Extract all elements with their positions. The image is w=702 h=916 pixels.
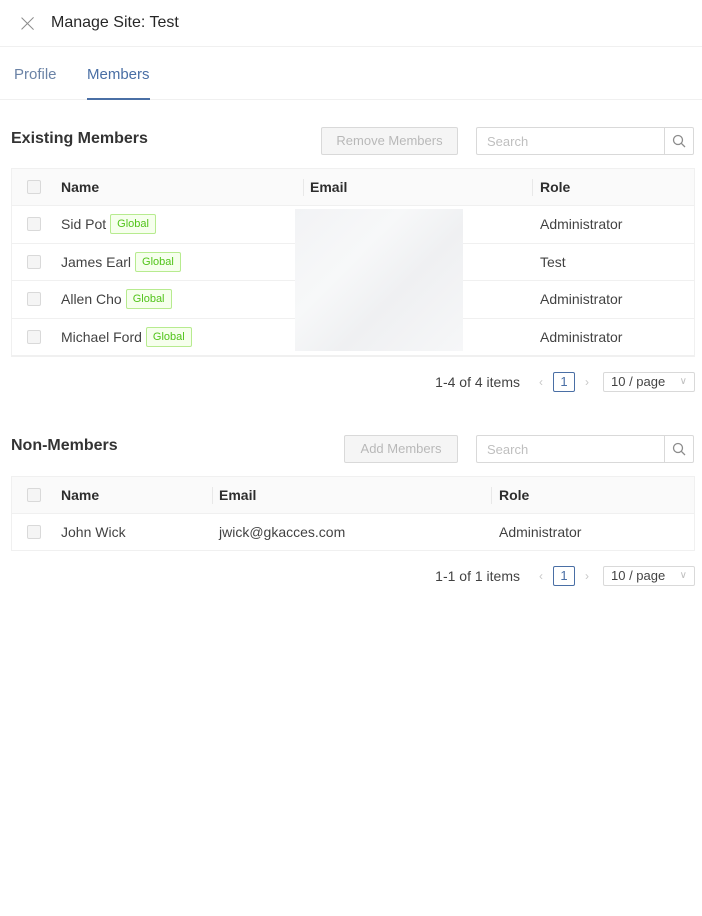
page-number[interactable]: 1 (553, 566, 575, 586)
page-size-select[interactable]: 10 / page ∨ (603, 566, 695, 586)
search-icon (672, 134, 686, 148)
member-role: Administrator (540, 328, 623, 345)
chevron-left-icon[interactable]: ‹ (534, 569, 548, 583)
remove-members-button[interactable]: Remove Members (321, 127, 458, 155)
member-role: Test (540, 253, 566, 270)
existing-pagination: 1-4 of 4 items ‹ 1 › 10 / page ∨ (435, 371, 695, 393)
tab-bar: Profile Members (0, 47, 702, 100)
select-all-checkbox[interactable] (27, 180, 41, 194)
member-name-cell: James Earl Global (61, 244, 181, 281)
nonmembers-search-input[interactable] (477, 436, 664, 462)
column-header-email: Email (219, 487, 257, 503)
page-title: Manage Site: Test (51, 14, 179, 31)
table-header: Name Email Role (12, 169, 694, 206)
member-role: Administrator (540, 216, 623, 233)
existing-members-title: Existing Members (11, 130, 148, 147)
page-size-value: 10 / page (611, 374, 666, 389)
global-tag: Global (125, 289, 172, 310)
member-name-cell: Michael Ford Global (61, 319, 192, 356)
column-header-role: Role (540, 179, 571, 195)
drawer-header: Manage Site: Test (0, 0, 702, 47)
member-name: Michael Ford (61, 328, 142, 345)
non-members-table: Name Email Role John Wick jwick@gkacces.… (11, 476, 695, 551)
chevron-down-icon: ∨ (679, 376, 687, 387)
member-name-cell: Allen Cho Global (61, 281, 172, 318)
pagination-total: 1-4 of 4 items (435, 374, 520, 390)
chevron-left-icon[interactable]: ‹ (534, 375, 548, 389)
member-name: Allen Cho (61, 291, 122, 308)
tab-profile[interactable]: Profile (14, 47, 57, 100)
chevron-right-icon[interactable]: › (580, 569, 594, 583)
existing-search (476, 127, 694, 155)
column-header-email: Email (310, 179, 348, 195)
select-all-checkbox[interactable] (27, 488, 41, 502)
search-icon (672, 442, 686, 456)
member-role: Administrator (540, 291, 623, 308)
pagination-total: 1-1 of 1 items (435, 568, 520, 584)
page-size-value: 10 / page (611, 568, 666, 583)
nonmembers-pagination: 1-1 of 1 items ‹ 1 › 10 / page ∨ (435, 565, 695, 587)
row-checkbox[interactable] (27, 329, 41, 344)
redacted-email-area (295, 209, 463, 351)
member-name: Sid Pot (61, 216, 107, 233)
nonmembers-search-button[interactable] (664, 436, 693, 462)
row-checkbox[interactable] (27, 254, 41, 269)
member-email: jwick@gkacces.com (219, 524, 346, 540)
nonmembers-search (476, 435, 694, 463)
table-row[interactable]: John Wick jwick@gkacces.com Administrato… (12, 514, 694, 550)
row-checkbox[interactable] (27, 525, 41, 539)
page-number[interactable]: 1 (553, 372, 575, 392)
add-members-button[interactable]: Add Members (344, 435, 458, 463)
global-tag: Global (135, 251, 181, 272)
member-name-cell: Sid Pot Global (61, 206, 156, 243)
global-tag: Global (110, 214, 156, 235)
member-name: James Earl (61, 253, 132, 270)
column-header-name: Name (61, 487, 100, 503)
column-divider (212, 487, 213, 504)
column-divider (303, 179, 304, 196)
column-header-name: Name (61, 179, 100, 195)
non-members-title: Non-Members (11, 437, 118, 454)
table-header: Name Email Role (12, 477, 694, 514)
existing-members-table: Name Email Role Sid Pot Global Administra… (11, 168, 695, 357)
page-size-select[interactable]: 10 / page ∨ (603, 372, 695, 392)
existing-search-input[interactable] (477, 128, 664, 154)
tab-active-indicator (87, 98, 150, 100)
close-icon[interactable] (19, 14, 37, 32)
chevron-down-icon: ∨ (679, 570, 687, 581)
column-divider (491, 487, 492, 504)
column-header-role: Role (499, 487, 530, 503)
member-name: John Wick (61, 524, 126, 540)
row-checkbox[interactable] (27, 292, 41, 307)
column-divider (532, 179, 533, 196)
chevron-right-icon[interactable]: › (580, 375, 594, 389)
existing-search-button[interactable] (664, 128, 693, 154)
tab-members[interactable]: Members (87, 47, 150, 100)
row-checkbox[interactable] (27, 217, 41, 232)
member-role: Administrator (499, 524, 582, 540)
global-tag: Global (145, 326, 192, 347)
